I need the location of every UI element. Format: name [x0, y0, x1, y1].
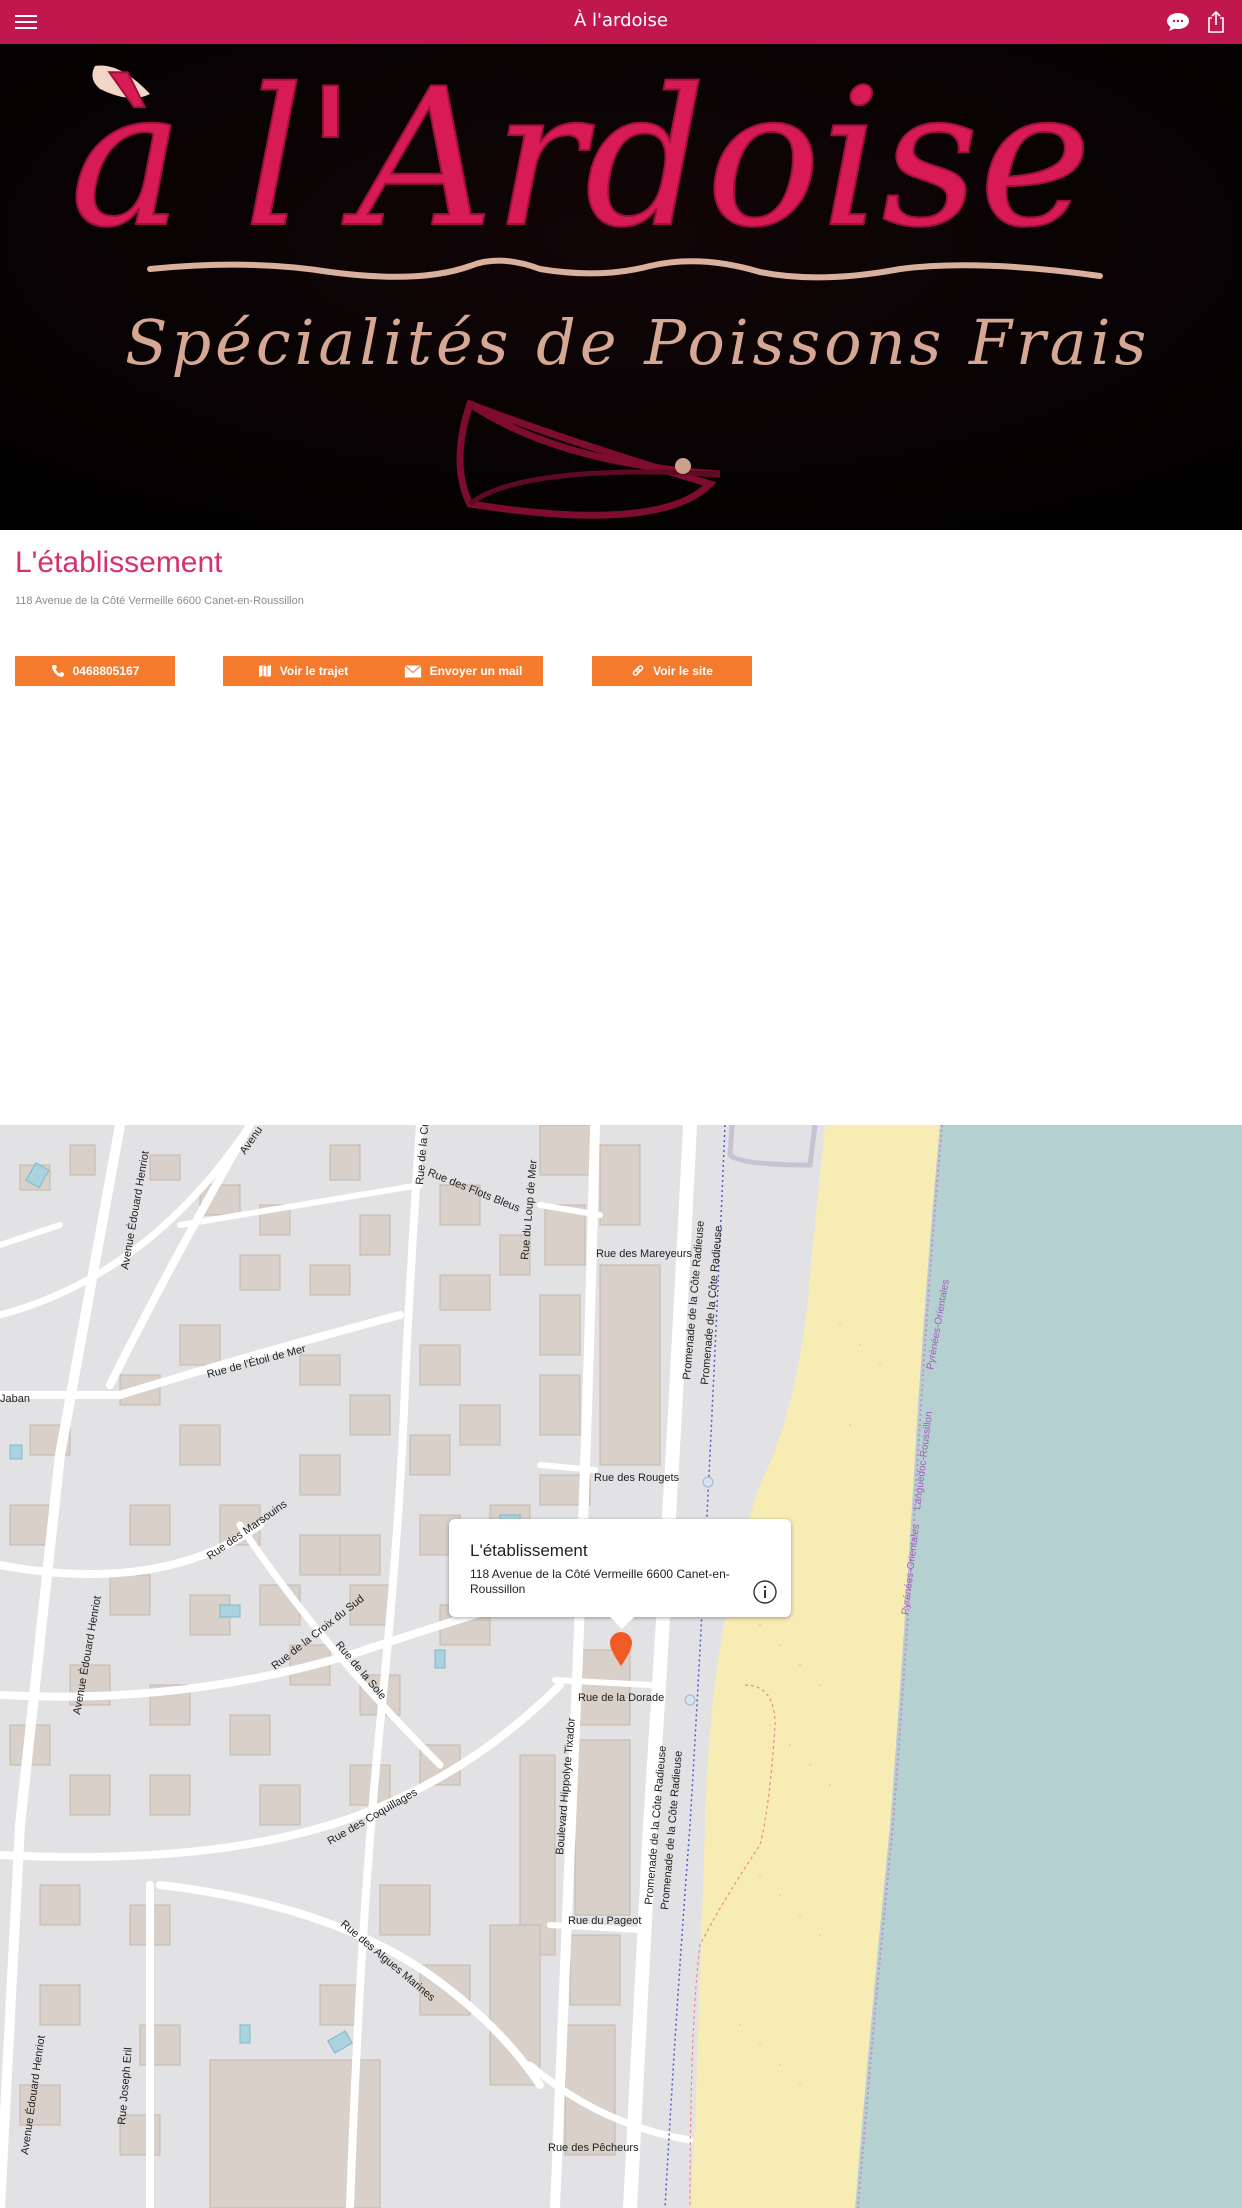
map-pin-icon[interactable] [610, 1632, 632, 1666]
route-button[interactable]: Voir le trajet [223, 656, 383, 686]
logo-tagline: Spécialités de Poissons Frais [125, 306, 1150, 379]
street-label: Rue des Mareyeurs [596, 1248, 692, 1260]
map-icon [258, 665, 271, 677]
street-label: Rue du Pageot [568, 1915, 641, 1927]
street-label: Rue des Rougets [594, 1472, 679, 1484]
website-button-label: Voir le site [653, 664, 713, 678]
street-label: Jaban [0, 1393, 30, 1405]
map-info-popup[interactable]: L'établissement 118 Avenue de la Côté Ve… [449, 1519, 791, 1629]
phone-icon [51, 665, 64, 677]
website-button[interactable]: Voir le site [592, 656, 752, 686]
speech-bubble-icon[interactable] [1164, 8, 1192, 36]
link-icon [632, 665, 644, 676]
popup-title: L'établissement [470, 1541, 588, 1560]
mail-button[interactable]: Envoyer un mail [383, 656, 543, 686]
mail-button-label: Envoyer un mail [429, 664, 523, 678]
street-label: Rue des Pêcheurs [548, 2142, 639, 2154]
map-view[interactable]: Avenue Édouard Henriot Avenue Édouard He… [0, 1125, 1242, 2208]
top-bar: À l'ardoise [0, 0, 1242, 44]
popup-address: 118 Avenue de la Côté Vermeille 6600 Can… [470, 1567, 730, 1596]
app-title: À l'ardoise [574, 10, 668, 31]
info-icon[interactable] [753, 1580, 777, 1604]
envelope-icon [404, 664, 422, 677]
share-icon[interactable] [1202, 8, 1230, 36]
street-label: Rue de la Dorade [578, 1692, 664, 1704]
route-button-label: Voir le trajet [279, 664, 349, 678]
hero-logo-image: à l'Ardoise Spécialités de Poissons Frai… [0, 44, 1242, 530]
call-button[interactable]: 0468805167 [15, 656, 175, 686]
call-button-label: 0468805167 [72, 664, 140, 678]
section-title: L'établissement [15, 546, 223, 579]
logo-text: à l'Ardoise [70, 48, 1091, 269]
address-text: 118 Avenue de la Côté Vermeille 6600 Can… [15, 595, 304, 607]
